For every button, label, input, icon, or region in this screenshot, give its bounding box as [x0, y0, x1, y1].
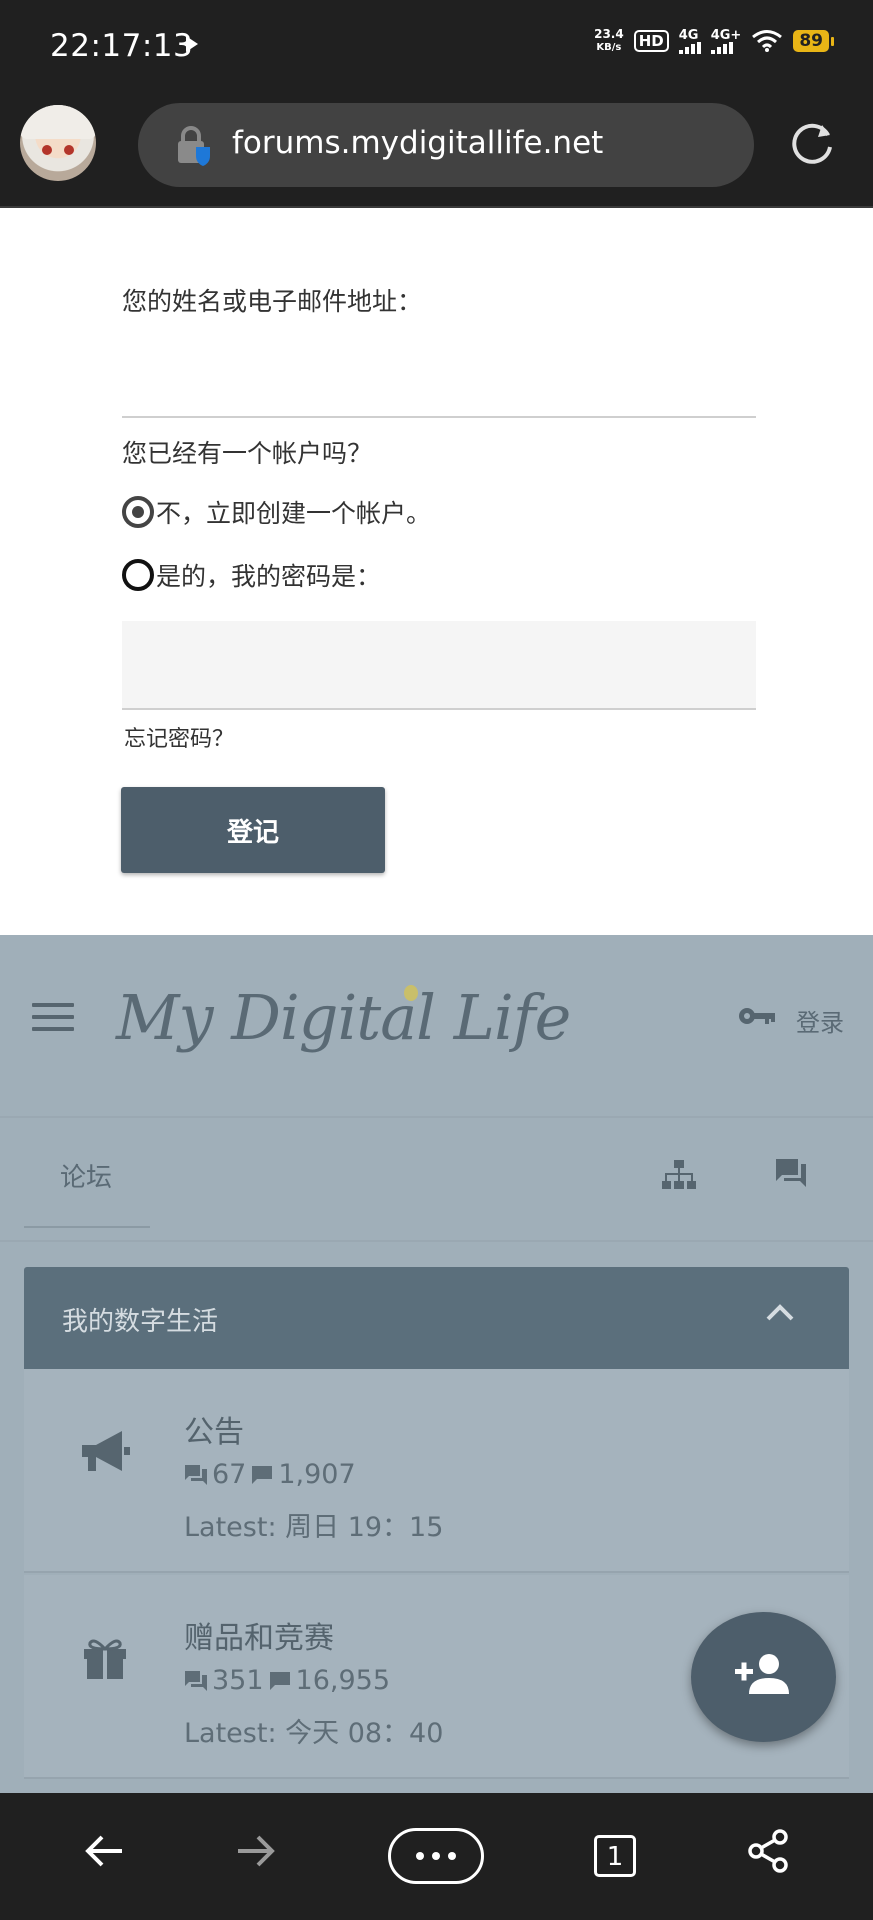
forum-latest[interactable]: Latest: 今天 08：40 — [184, 1711, 443, 1750]
register-form: 您的姓名或电子邮件地址： 您已经有一个帐户吗？ 不，立即创建一个帐户。 是的，我… — [0, 208, 873, 935]
network-speed-value: 23.4 — [594, 27, 624, 41]
register-fab-button[interactable] — [691, 1612, 836, 1742]
tabs-button[interactable]: 1 — [594, 1835, 636, 1877]
dot — [432, 1852, 440, 1860]
megaphone-icon — [82, 1431, 130, 1471]
site-logo[interactable]: My Digital Life — [116, 981, 571, 1054]
sim1-label: 4G — [678, 27, 699, 43]
url-text: forums.mydigitallife.net — [232, 125, 604, 161]
threads-icon — [185, 1464, 207, 1485]
key-icon — [739, 1008, 775, 1024]
battery-icon: 89 — [793, 30, 834, 52]
lock-icon — [178, 126, 210, 166]
chevron-up-icon[interactable] — [764, 1297, 796, 1329]
messages-icon — [252, 1465, 273, 1484]
tab-forums[interactable]: 论坛 — [60, 1157, 112, 1194]
name-email-input[interactable] — [122, 338, 756, 418]
radio-create-account[interactable] — [122, 496, 154, 528]
lightbulb-icon — [404, 985, 418, 1001]
share-button[interactable] — [738, 1821, 798, 1881]
forum-title[interactable]: 赠品和竞赛 — [184, 1613, 334, 1657]
forum-stats: 67 1,907 — [184, 1459, 356, 1490]
media-play-icon — [186, 36, 198, 52]
forum-latest[interactable]: Latest: 周日 19：15 — [184, 1505, 443, 1544]
radio-have-password[interactable] — [122, 559, 154, 591]
option-create-account[interactable]: 不，立即创建一个帐户。 — [122, 494, 431, 530]
divider — [0, 1240, 873, 1242]
category-header[interactable]: 我的数字生活 — [24, 1267, 849, 1369]
threads-icon — [185, 1670, 207, 1691]
gift-icon — [84, 1639, 126, 1679]
arrow-right-icon — [238, 1835, 275, 1867]
option-have-password[interactable]: 是的，我的密码是： — [122, 557, 381, 593]
signal-sim2-icon: 4G+ — [710, 27, 742, 54]
clock: 22:17:13 — [50, 28, 194, 64]
forum-row[interactable]: 公告 67 1,907 Latest: 周日 19：15 — [24, 1369, 849, 1573]
url-field[interactable]: forums.mydigitallife.net — [138, 103, 754, 187]
register-button[interactable]: 登记 — [121, 787, 385, 873]
option-create-account-label: 不，立即创建一个帐户。 — [156, 499, 432, 528]
wifi-icon — [752, 30, 783, 52]
forum-title[interactable]: 公告 — [184, 1407, 244, 1451]
thread-count: 67 — [212, 1459, 247, 1490]
message-count: 1,907 — [278, 1459, 356, 1490]
account-question: 您已经有一个帐户吗？ — [122, 439, 373, 468]
name-label: 您的姓名或电子邮件地址： — [122, 287, 423, 316]
share-icon — [748, 1829, 788, 1873]
new-posts-icon[interactable] — [774, 1157, 808, 1189]
hamburger-menu-icon[interactable] — [32, 1003, 74, 1033]
forum-stats: 351 16,955 — [184, 1665, 390, 1696]
add-user-icon — [735, 1654, 789, 1694]
status-bar: 22:17:13 23.4 KB/s HD 4G 4G+ 89 — [0, 0, 873, 95]
category-title: 我的数字生活 — [62, 1307, 219, 1337]
reload-icon[interactable] — [786, 117, 838, 169]
dot — [416, 1852, 424, 1860]
option-have-password-label: 是的，我的密码是： — [156, 562, 382, 591]
signal-sim1-icon: 4G — [678, 27, 701, 54]
network-speed-unit: KB/s — [596, 42, 622, 53]
forward-button[interactable] — [226, 1821, 286, 1881]
password-input[interactable] — [122, 621, 756, 710]
status-icons: 23.4 KB/s HD 4G 4G+ 89 — [594, 27, 834, 54]
sim2-label: 4G+ — [710, 27, 742, 43]
hd-voice-icon: HD — [633, 30, 669, 52]
forgot-password-link[interactable]: 忘记密码？ — [124, 721, 234, 753]
profile-avatar[interactable] — [20, 105, 96, 181]
browser-address-bar: forums.mydigitallife.net — [0, 95, 873, 208]
browser-bottom-nav: 1 — [0, 1793, 873, 1920]
network-speed: 23.4 KB/s — [594, 28, 624, 54]
menu-button[interactable] — [388, 1828, 484, 1884]
divider — [0, 1116, 873, 1118]
tab-forums-underline — [24, 1226, 150, 1228]
back-button[interactable] — [74, 1821, 134, 1881]
arrow-left-icon — [85, 1835, 122, 1867]
thread-count: 351 — [212, 1665, 264, 1696]
messages-icon — [269, 1671, 290, 1690]
dot — [448, 1852, 456, 1860]
login-link[interactable]: 登录 — [796, 1003, 844, 1038]
message-count: 16,955 — [295, 1665, 391, 1696]
sitemap-icon[interactable] — [662, 1159, 696, 1191]
